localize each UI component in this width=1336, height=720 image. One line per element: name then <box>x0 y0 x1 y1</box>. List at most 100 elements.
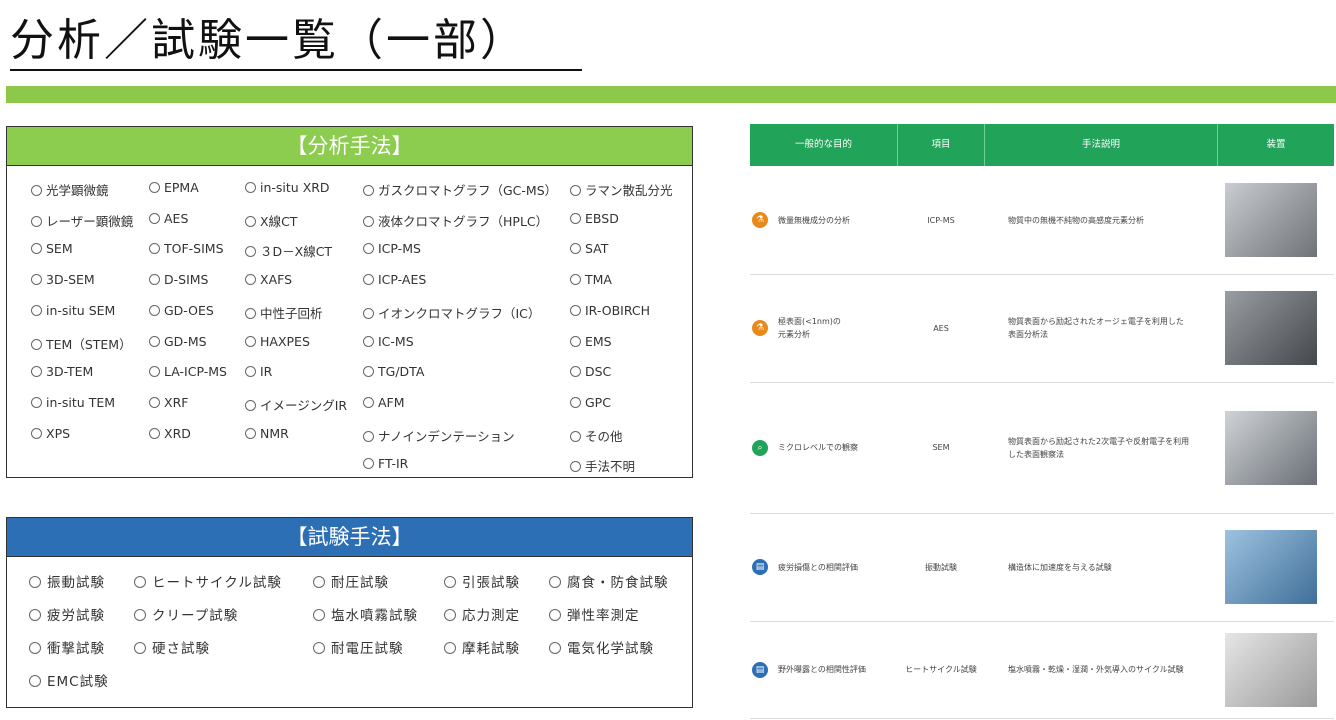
option-item[interactable]: XRD <box>149 426 191 441</box>
radio-circle-icon <box>31 243 42 255</box>
option-item[interactable]: 硬さ試験 <box>134 637 210 657</box>
radio-circle-icon <box>363 243 374 255</box>
option-item[interactable]: GD-OES <box>149 303 214 318</box>
option-item[interactable]: TEM（STEM） <box>31 334 132 353</box>
option-label: IR-OBIRCH <box>585 302 651 318</box>
option-item[interactable]: in-situ TEM <box>31 395 115 410</box>
radio-circle-icon <box>245 335 256 347</box>
option-item[interactable]: EPMA <box>149 180 199 195</box>
radio-circle-icon <box>149 335 160 347</box>
radio-circle-icon <box>549 576 561 588</box>
option-item[interactable]: ヒートサイクル試験 <box>134 571 282 591</box>
option-item[interactable]: FT-IR <box>363 456 408 471</box>
radio-circle-icon <box>570 366 581 378</box>
option-item[interactable]: ナノインデンテーション <box>363 426 515 445</box>
option-item[interactable]: XPS <box>31 426 70 441</box>
option-label: GD-OES <box>164 302 214 318</box>
purpose-cell: 疲労損傷との相関評価 <box>778 561 893 574</box>
option-item[interactable]: IR-OBIRCH <box>570 303 650 318</box>
option-item[interactable]: 摩耗試験 <box>444 637 520 657</box>
radio-circle-icon <box>549 642 561 654</box>
radio-circle-icon <box>29 675 41 687</box>
option-item[interactable]: 引張試験 <box>444 571 520 591</box>
option-item[interactable]: 3D-SEM <box>31 272 95 287</box>
option-item[interactable]: XAFS <box>245 272 292 287</box>
option-label: 光学顕微鏡 <box>46 183 109 198</box>
option-item[interactable]: HAXPES <box>245 334 310 349</box>
option-item[interactable]: 液体クロマトグラフ（HPLC） <box>363 211 548 230</box>
option-label: 衝撃試験 <box>47 641 105 657</box>
option-item[interactable]: IR <box>245 364 272 379</box>
option-item[interactable]: 塩水噴霧試験 <box>313 604 418 624</box>
option-item[interactable]: イメージングIR <box>245 395 347 414</box>
option-item[interactable]: 光学顕微鏡 <box>31 180 109 199</box>
purpose-cell: 野外曝露との相関性評価 <box>778 663 893 676</box>
option-label: 塩水噴霧試験 <box>331 608 418 624</box>
option-label: GD-MS <box>164 333 207 349</box>
option-item[interactable]: ３D－X線CT <box>245 241 332 260</box>
option-item[interactable]: 疲労試験 <box>29 604 105 624</box>
option-item[interactable]: 中性子回析 <box>245 303 323 322</box>
option-item[interactable]: 衝撃試験 <box>29 637 105 657</box>
option-item[interactable]: DSC <box>570 364 611 379</box>
option-item[interactable]: レーザー顕微鏡 <box>31 211 133 230</box>
header-purpose: 一般的な目的 <box>794 139 852 150</box>
option-item[interactable]: NMR <box>245 426 289 441</box>
option-label: クリープ試験 <box>152 608 239 624</box>
option-item[interactable]: TOF-SIMS <box>149 241 224 256</box>
radio-circle-icon <box>363 366 374 378</box>
option-item[interactable]: GPC <box>570 395 611 410</box>
option-item[interactable]: クリープ試験 <box>134 604 238 624</box>
option-item[interactable]: SAT <box>570 241 608 256</box>
option-item[interactable]: 応力測定 <box>444 604 520 624</box>
flask-icon: ⚗ <box>752 320 768 336</box>
option-item[interactable]: ICP-AES <box>363 272 426 287</box>
option-item[interactable]: その他 <box>570 426 623 445</box>
option-item[interactable]: SEM <box>31 241 73 256</box>
option-item[interactable]: TMA <box>570 272 612 287</box>
option-item[interactable]: イオンクロマトグラフ（IC） <box>363 303 540 322</box>
option-item[interactable]: 耐電圧試験 <box>313 637 404 657</box>
radio-circle-icon <box>363 307 374 319</box>
option-label: ICP-MS <box>378 241 421 257</box>
option-item[interactable]: 電気化学試験 <box>549 637 654 657</box>
option-item[interactable]: LA-ICP-MS <box>149 364 227 379</box>
option-item[interactable]: EMC試験 <box>29 670 109 690</box>
option-item[interactable]: in-situ SEM <box>31 303 115 318</box>
option-item[interactable]: X線CT <box>245 211 297 230</box>
item-cell: ヒートサイクル試験 <box>898 663 984 676</box>
option-item[interactable]: 振動試験 <box>29 571 105 591</box>
option-item[interactable]: AES <box>149 211 188 226</box>
option-item[interactable]: 弾性率測定 <box>549 604 640 624</box>
option-item[interactable]: D-SIMS <box>149 272 208 287</box>
option-item[interactable]: ガスクロマトグラフ（GC-MS） <box>363 180 557 199</box>
option-label: 応力測定 <box>462 608 520 624</box>
option-label: ICP-AES <box>378 272 427 288</box>
option-item[interactable]: AFM <box>363 395 405 410</box>
option-item[interactable]: IC-MS <box>363 334 414 349</box>
option-label: SEM <box>46 241 73 257</box>
option-item[interactable]: ICP-MS <box>363 241 421 256</box>
option-item[interactable]: 耐圧試験 <box>313 571 389 591</box>
option-item[interactable]: EBSD <box>570 211 619 226</box>
option-label: XRD <box>164 425 191 441</box>
radio-circle-icon <box>245 274 256 286</box>
item-cell: AES <box>898 322 984 335</box>
radio-circle-icon <box>570 274 581 286</box>
option-label: AFM <box>378 394 405 410</box>
green-divider-band <box>6 86 1336 103</box>
option-item[interactable]: TG/DTA <box>363 364 424 379</box>
option-label: NMR <box>260 425 289 441</box>
radio-circle-icon <box>134 642 146 654</box>
option-item[interactable]: XRF <box>149 395 188 410</box>
option-item[interactable]: 腐食・防食試験 <box>549 571 669 591</box>
option-item[interactable]: 3D-TEM <box>31 364 93 379</box>
option-item[interactable]: 手法不明 <box>570 456 635 475</box>
option-item[interactable]: EMS <box>570 334 612 349</box>
option-label: AES <box>164 210 189 226</box>
option-item[interactable]: GD-MS <box>149 334 207 349</box>
description-cell-line: 表面分析法 <box>1008 330 1048 339</box>
option-item[interactable]: ラマン散乱分光 <box>570 180 673 199</box>
page-title: 分析／試験一覧（一部） <box>10 15 527 66</box>
option-item[interactable]: in-situ XRD <box>245 180 330 195</box>
